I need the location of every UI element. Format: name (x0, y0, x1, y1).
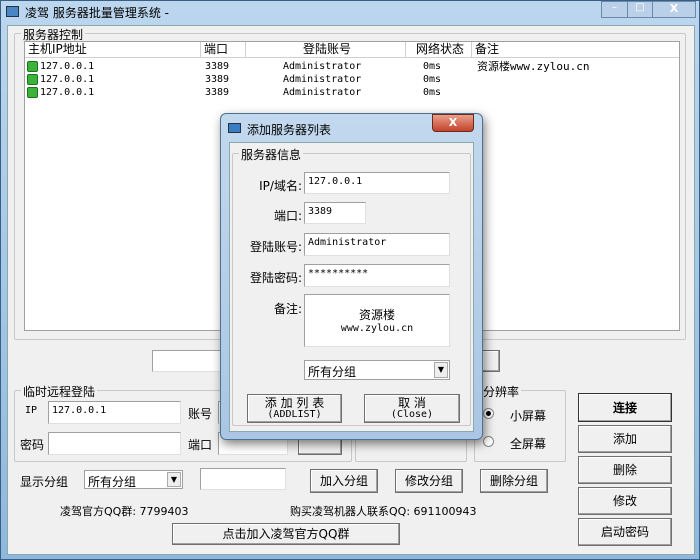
cell-ip: 127.0.0.1 (40, 74, 95, 85)
cell-ip: 127.0.0.1 (40, 87, 95, 98)
port-label: 端口 (188, 438, 213, 452)
cancel-label: 取 消 (398, 395, 426, 410)
col-port[interactable]: 端口 (201, 42, 246, 58)
cancel-sublabel: (Close) (390, 408, 434, 420)
dialog-title: 添加服务器列表 (247, 123, 332, 137)
dialog-group-select-value: 所有分组 (308, 365, 357, 379)
add-button[interactable]: 添加 (578, 425, 672, 453)
show-group-label: 显示分组 (20, 475, 69, 489)
dialog-group-select[interactable]: 所有分组 ▼ (304, 360, 450, 380)
boot-password-button[interactable]: 启动密码 (578, 518, 672, 546)
dialog-port-input[interactable]: 3389 (304, 202, 366, 224)
ip-label: IP (25, 405, 38, 416)
temp-password-input[interactable] (48, 432, 181, 455)
join-group-button[interactable]: 加入分组 (310, 469, 378, 493)
cancel-button[interactable]: 取 消 (Close) (364, 394, 460, 423)
modify-button[interactable]: 修改 (578, 487, 672, 515)
dialog-icon (228, 123, 241, 133)
full-screen-radio[interactable] (483, 436, 494, 447)
table-row[interactable]: 127.0.0.1 3389 Administrator 0ms (25, 73, 679, 86)
password-label: 密码 (20, 438, 45, 452)
table-row[interactable]: 127.0.0.1 3389 Administrator 0ms 资源楼www.… (25, 60, 679, 73)
note-line-1: 资源楼 (358, 308, 395, 322)
cell-port: 3389 (205, 87, 230, 98)
group-select[interactable]: 所有分组 ▼ (84, 470, 183, 489)
join-qq-group-button[interactable]: 点击加入凌驾官方QQ群 (172, 523, 400, 545)
dialog-note-label: 备注: (273, 302, 302, 316)
temp-login-legend: 临时远程登陆 (21, 383, 98, 400)
small-screen-radio[interactable] (483, 408, 494, 419)
search-button[interactable] (482, 350, 500, 372)
full-screen-label[interactable]: 全屏幕 (510, 435, 546, 452)
cell-account: Administrator (283, 61, 362, 72)
cell-account: Administrator (283, 74, 362, 85)
add-list-sublabel: (ADDLIST) (267, 408, 322, 420)
chevron-down-icon: ▼ (434, 362, 448, 378)
add-server-dialog: 添加服务器列表 X 服务器信息 IP/域名: 127.0.0.1 端口: 338… (220, 113, 483, 440)
computer-icon (27, 87, 38, 98)
small-screen-label[interactable]: 小屏幕 (510, 407, 546, 424)
col-account[interactable]: 登陆账号 (246, 42, 406, 58)
dialog-password-input[interactable]: ********** (304, 264, 450, 287)
server-info-legend: 服务器信息 (239, 146, 304, 163)
cell-status: 0ms (423, 87, 442, 98)
buy-contact-text: 购买凌驾机器人联系QQ: 691100943 (290, 505, 477, 518)
computer-icon (27, 74, 38, 85)
account-label: 账号 (188, 407, 213, 421)
minimize-button[interactable]: – (601, 1, 628, 18)
col-ip[interactable]: 主机IP地址 (25, 42, 201, 58)
dialog-ip-input[interactable]: 127.0.0.1 (304, 172, 450, 194)
cell-port: 3389 (205, 61, 230, 72)
close-button[interactable]: X (652, 1, 696, 18)
maximize-button[interactable]: □ (627, 1, 653, 18)
group-select-value: 所有分组 (88, 475, 137, 489)
delete-button[interactable]: 删除 (578, 456, 672, 484)
dialog-note-textarea[interactable]: 资源楼 www.zylou.cn (304, 294, 450, 347)
cell-ip: 127.0.0.1 (40, 61, 95, 72)
cell-status: 0ms (423, 74, 442, 85)
dialog-account-input[interactable]: Administrator (304, 233, 450, 256)
cell-port: 3389 (205, 74, 230, 85)
group-name-input[interactable] (200, 468, 286, 490)
table-row[interactable]: 127.0.0.1 3389 Administrator 0ms (25, 86, 679, 99)
cell-status: 0ms (423, 61, 442, 72)
computer-icon (27, 61, 38, 72)
col-status[interactable]: 网络状态 (406, 42, 472, 58)
note-line-2: www.zylou.cn (340, 323, 414, 334)
qq-group-text: 凌驾官方QQ群: 7799403 (60, 505, 189, 518)
edit-group-button[interactable]: 修改分组 (395, 469, 463, 493)
app-icon (6, 6, 19, 17)
col-note[interactable]: 备注 (472, 42, 679, 58)
dialog-account-label: 登陆账号: (249, 240, 302, 254)
add-list-button[interactable]: 添 加 列 表 (ADDLIST) (247, 394, 342, 423)
resolution-legend: 分辨率 (481, 383, 522, 400)
window-title: 凌驾 服务器批量管理系统 - (25, 6, 169, 20)
dialog-port-label: 端口: (273, 209, 302, 223)
cell-note: 资源楼www.zylou.cn (477, 60, 590, 73)
dialog-client: 服务器信息 IP/域名: 127.0.0.1 端口: 3389 登陆账号: Ad… (229, 142, 474, 432)
cell-account: Administrator (283, 87, 362, 98)
connect-button[interactable]: 连接 (578, 393, 672, 422)
temp-ip-input[interactable]: 127.0.0.1 (48, 401, 181, 424)
remove-group-button[interactable]: 删除分组 (480, 469, 548, 493)
add-list-label: 添 加 列 表 (264, 395, 325, 410)
dialog-password-label: 登陆密码: (249, 271, 302, 285)
chevron-down-icon: ▼ (167, 472, 181, 487)
dialog-ip-label: IP/域名: (259, 179, 302, 193)
dialog-close-button[interactable]: X (432, 114, 474, 132)
